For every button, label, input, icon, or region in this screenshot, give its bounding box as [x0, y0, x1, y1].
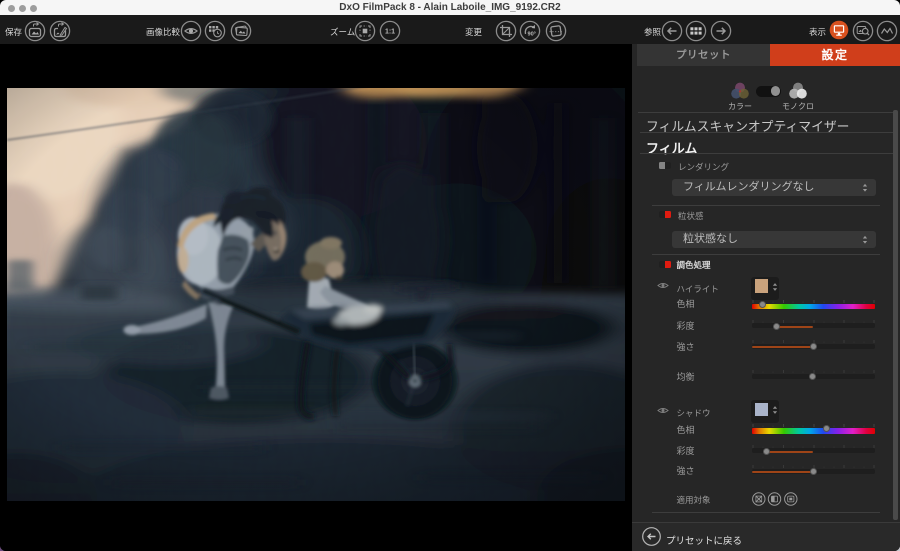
svg-text:1:1: 1:1 — [384, 29, 394, 36]
svg-text:90°: 90° — [527, 32, 535, 38]
